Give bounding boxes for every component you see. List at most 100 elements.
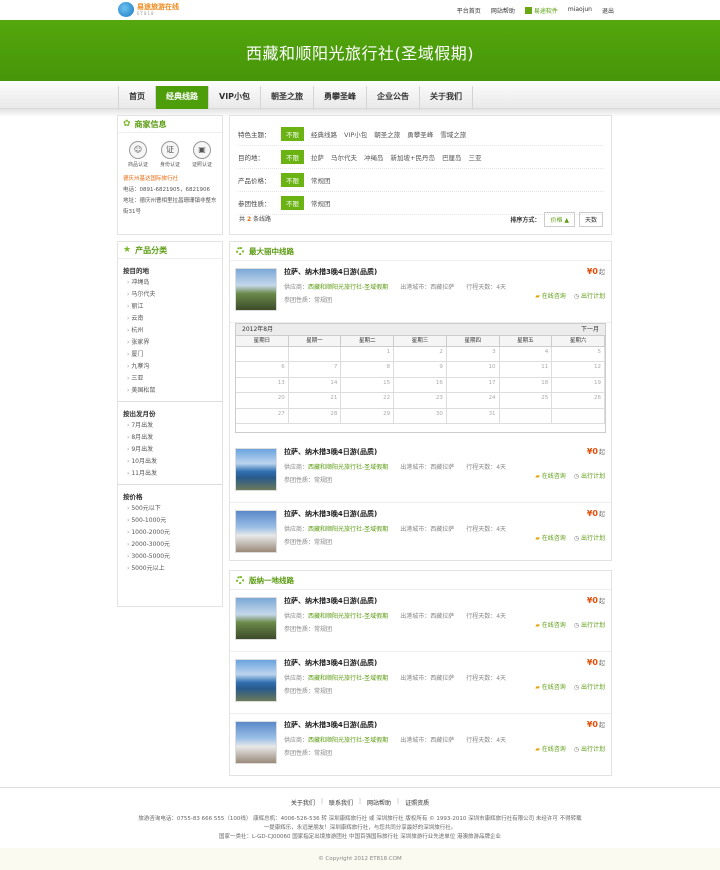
category-item[interactable]: 8月出发 [123, 432, 217, 444]
category-item[interactable]: 云南 [123, 313, 217, 325]
filter-option[interactable]: 勇攀圣峰 [407, 129, 433, 139]
plan-link[interactable]: ◷ 出行计划 [574, 533, 605, 542]
category-item[interactable]: 三亚 [123, 373, 217, 385]
calendar-day[interactable]: 11 [499, 362, 553, 378]
calendar-day[interactable]: 8 [341, 362, 395, 378]
footer-link[interactable]: 网站帮助 [367, 798, 391, 807]
plan-link[interactable]: ◷ 出行计划 [574, 620, 605, 629]
calendar-day[interactable]: 24 [446, 393, 500, 409]
filter-option[interactable]: 常规团 [311, 198, 331, 208]
nav-classic[interactable]: 经典线路 [156, 86, 209, 109]
calendar-day[interactable]: 18 [499, 377, 553, 394]
product-title[interactable]: 拉萨、纳木措3晚4日游(品质) [284, 447, 377, 457]
calendar-day[interactable]: 23 [394, 393, 447, 409]
plan-link[interactable]: ◷ 出行计划 [574, 682, 605, 691]
filter-option[interactable]: 雪域之旅 [440, 129, 466, 139]
product-title[interactable]: 拉萨、纳木措3晚4日游(品质) [284, 658, 377, 668]
category-item[interactable]: 11月出发 [123, 468, 217, 480]
calendar-day[interactable]: 2 [394, 347, 447, 363]
filter-option[interactable]: 马尔代夫 [331, 152, 357, 162]
category-item[interactable]: 杭州 [123, 325, 217, 337]
calendar-day[interactable]: 7 [288, 362, 342, 378]
filter-option[interactable]: 三亚 [468, 152, 481, 162]
next-month-button[interactable]: 下一月 [581, 324, 599, 335]
category-item[interactable]: 厦门 [123, 349, 217, 361]
calendar-day[interactable]: 12 [552, 362, 605, 378]
calendar-day[interactable]: 30 [394, 408, 447, 424]
filter-nolimit[interactable]: 不限 [281, 127, 304, 141]
link-help[interactable]: 网站帮助 [491, 6, 515, 15]
calendar-day[interactable]: 9 [394, 362, 447, 378]
product-thumbnail[interactable] [235, 659, 277, 702]
product-thumbnail[interactable] [235, 721, 277, 764]
supplier-link[interactable]: 西藏和顺阳光旅行社-圣域假期 [308, 613, 388, 620]
product-title[interactable]: 拉萨、纳木措3晚4日游(品质) [284, 509, 377, 519]
category-item[interactable]: 1000-2000元 [123, 527, 217, 539]
category-item[interactable]: 2000-3000元 [123, 539, 217, 551]
calendar-day[interactable]: 15 [341, 377, 395, 394]
calendar-day[interactable]: 1 [341, 347, 395, 363]
nav-about[interactable]: 关于我们 [420, 86, 474, 109]
category-item[interactable]: 美国松鼠 [123, 385, 217, 397]
supplier-link[interactable]: 西藏和顺阳光旅行社-圣域假期 [308, 737, 388, 744]
category-item[interactable]: 500元以下 [123, 503, 217, 515]
filter-option[interactable]: 冲绳岛 [364, 152, 384, 162]
calendar-day[interactable]: 26 [552, 393, 605, 409]
product-thumbnail[interactable] [235, 597, 277, 640]
calendar-day[interactable]: 6 [236, 362, 289, 378]
calendar-day[interactable]: 5 [552, 347, 605, 363]
category-item[interactable]: 5000元以上 [123, 563, 217, 575]
calendar-day[interactable]: 3 [446, 347, 500, 363]
nav-climb[interactable]: 勇攀圣峰 [314, 86, 368, 109]
consult-link[interactable]: ▰ 在线咨询 [535, 682, 566, 691]
category-item[interactable]: 冲绳岛 [123, 277, 217, 289]
calendar-day[interactable]: 21 [288, 393, 342, 409]
calendar-day[interactable] [288, 347, 342, 363]
category-item[interactable]: 7月出发 [123, 420, 217, 432]
sort-price-button[interactable]: 价格 ▲ [544, 212, 575, 227]
category-item[interactable]: 3000-5000元 [123, 551, 217, 563]
product-title[interactable]: 拉萨、纳木措3晚4日游(品质) [284, 596, 377, 606]
product-thumbnail[interactable] [235, 448, 277, 491]
calendar-day[interactable]: 25 [499, 393, 553, 409]
calendar-day[interactable] [236, 347, 289, 363]
calendar-day[interactable]: 27 [236, 408, 289, 424]
calendar-day[interactable] [499, 408, 553, 424]
sort-days-button[interactable]: 天数 [578, 212, 603, 227]
product-item[interactable]: 拉萨、纳木措3晚4日游(品质) 供应商：西藏和顺阳光旅行社-圣域假期 出港城市：西藏… [230, 441, 611, 503]
footer-link[interactable]: 关于我们 [291, 798, 315, 807]
calendar-day[interactable]: 19 [552, 377, 605, 394]
calendar-day[interactable] [552, 408, 605, 424]
filter-option[interactable]: 巴厘岛 [442, 152, 462, 162]
filter-nolimit[interactable]: 不限 [281, 196, 304, 210]
nav-notice[interactable]: 企业公告 [367, 86, 421, 109]
filter-option[interactable]: 朝圣之旅 [374, 129, 400, 139]
calendar-day[interactable]: 22 [341, 393, 395, 409]
consult-link[interactable]: ▰ 在线咨询 [535, 291, 566, 300]
product-item[interactable]: 拉萨、纳木措3晚4日游(品质) 供应商：西藏和顺阳光旅行社-圣域假期 出港城市：西藏… [230, 261, 611, 323]
product-title[interactable]: 拉萨、纳木措3晚4日游(品质) [284, 720, 377, 730]
product-thumbnail[interactable] [235, 268, 277, 311]
plan-link[interactable]: ◷ 出行计划 [574, 471, 605, 480]
merchant-name[interactable]: 德庆州基达国际旅行社 [123, 174, 217, 185]
calendar-day[interactable]: 10 [446, 362, 500, 378]
site-logo[interactable]: 易途旅游在线 ET818 [118, 2, 179, 17]
category-item[interactable]: 张家界 [123, 337, 217, 349]
consult-link[interactable]: ▰ 在线咨询 [535, 471, 566, 480]
product-title[interactable]: 拉萨、纳木措3晚4日游(品质) [284, 267, 377, 277]
filter-option[interactable]: 新加坡+民丹岛 [391, 152, 435, 162]
calendar-day[interactable]: 29 [341, 408, 395, 424]
calendar-day[interactable]: 17 [446, 377, 500, 394]
calendar-day[interactable]: 20 [236, 393, 289, 409]
product-item[interactable]: 拉萨、纳木措3晚4日游(品质) 供应商：西藏和顺阳光旅行社-圣域假期 出港城市：西藏… [230, 590, 611, 652]
filter-option[interactable]: 常规团 [311, 175, 331, 185]
consult-link[interactable]: ▰ 在线咨询 [535, 620, 566, 629]
filter-nolimit[interactable]: 不限 [281, 173, 304, 187]
calendar-day[interactable]: 31 [446, 408, 500, 424]
category-item[interactable]: 九寨沟 [123, 361, 217, 373]
supplier-link[interactable]: 西藏和顺阳光旅行社-圣域假期 [308, 464, 388, 471]
calendar-day[interactable]: 16 [394, 377, 447, 394]
plan-link[interactable]: ◷ 出行计划 [574, 744, 605, 753]
category-item[interactable]: 500-1000元 [123, 515, 217, 527]
consult-link[interactable]: ▰ 在线咨询 [535, 744, 566, 753]
